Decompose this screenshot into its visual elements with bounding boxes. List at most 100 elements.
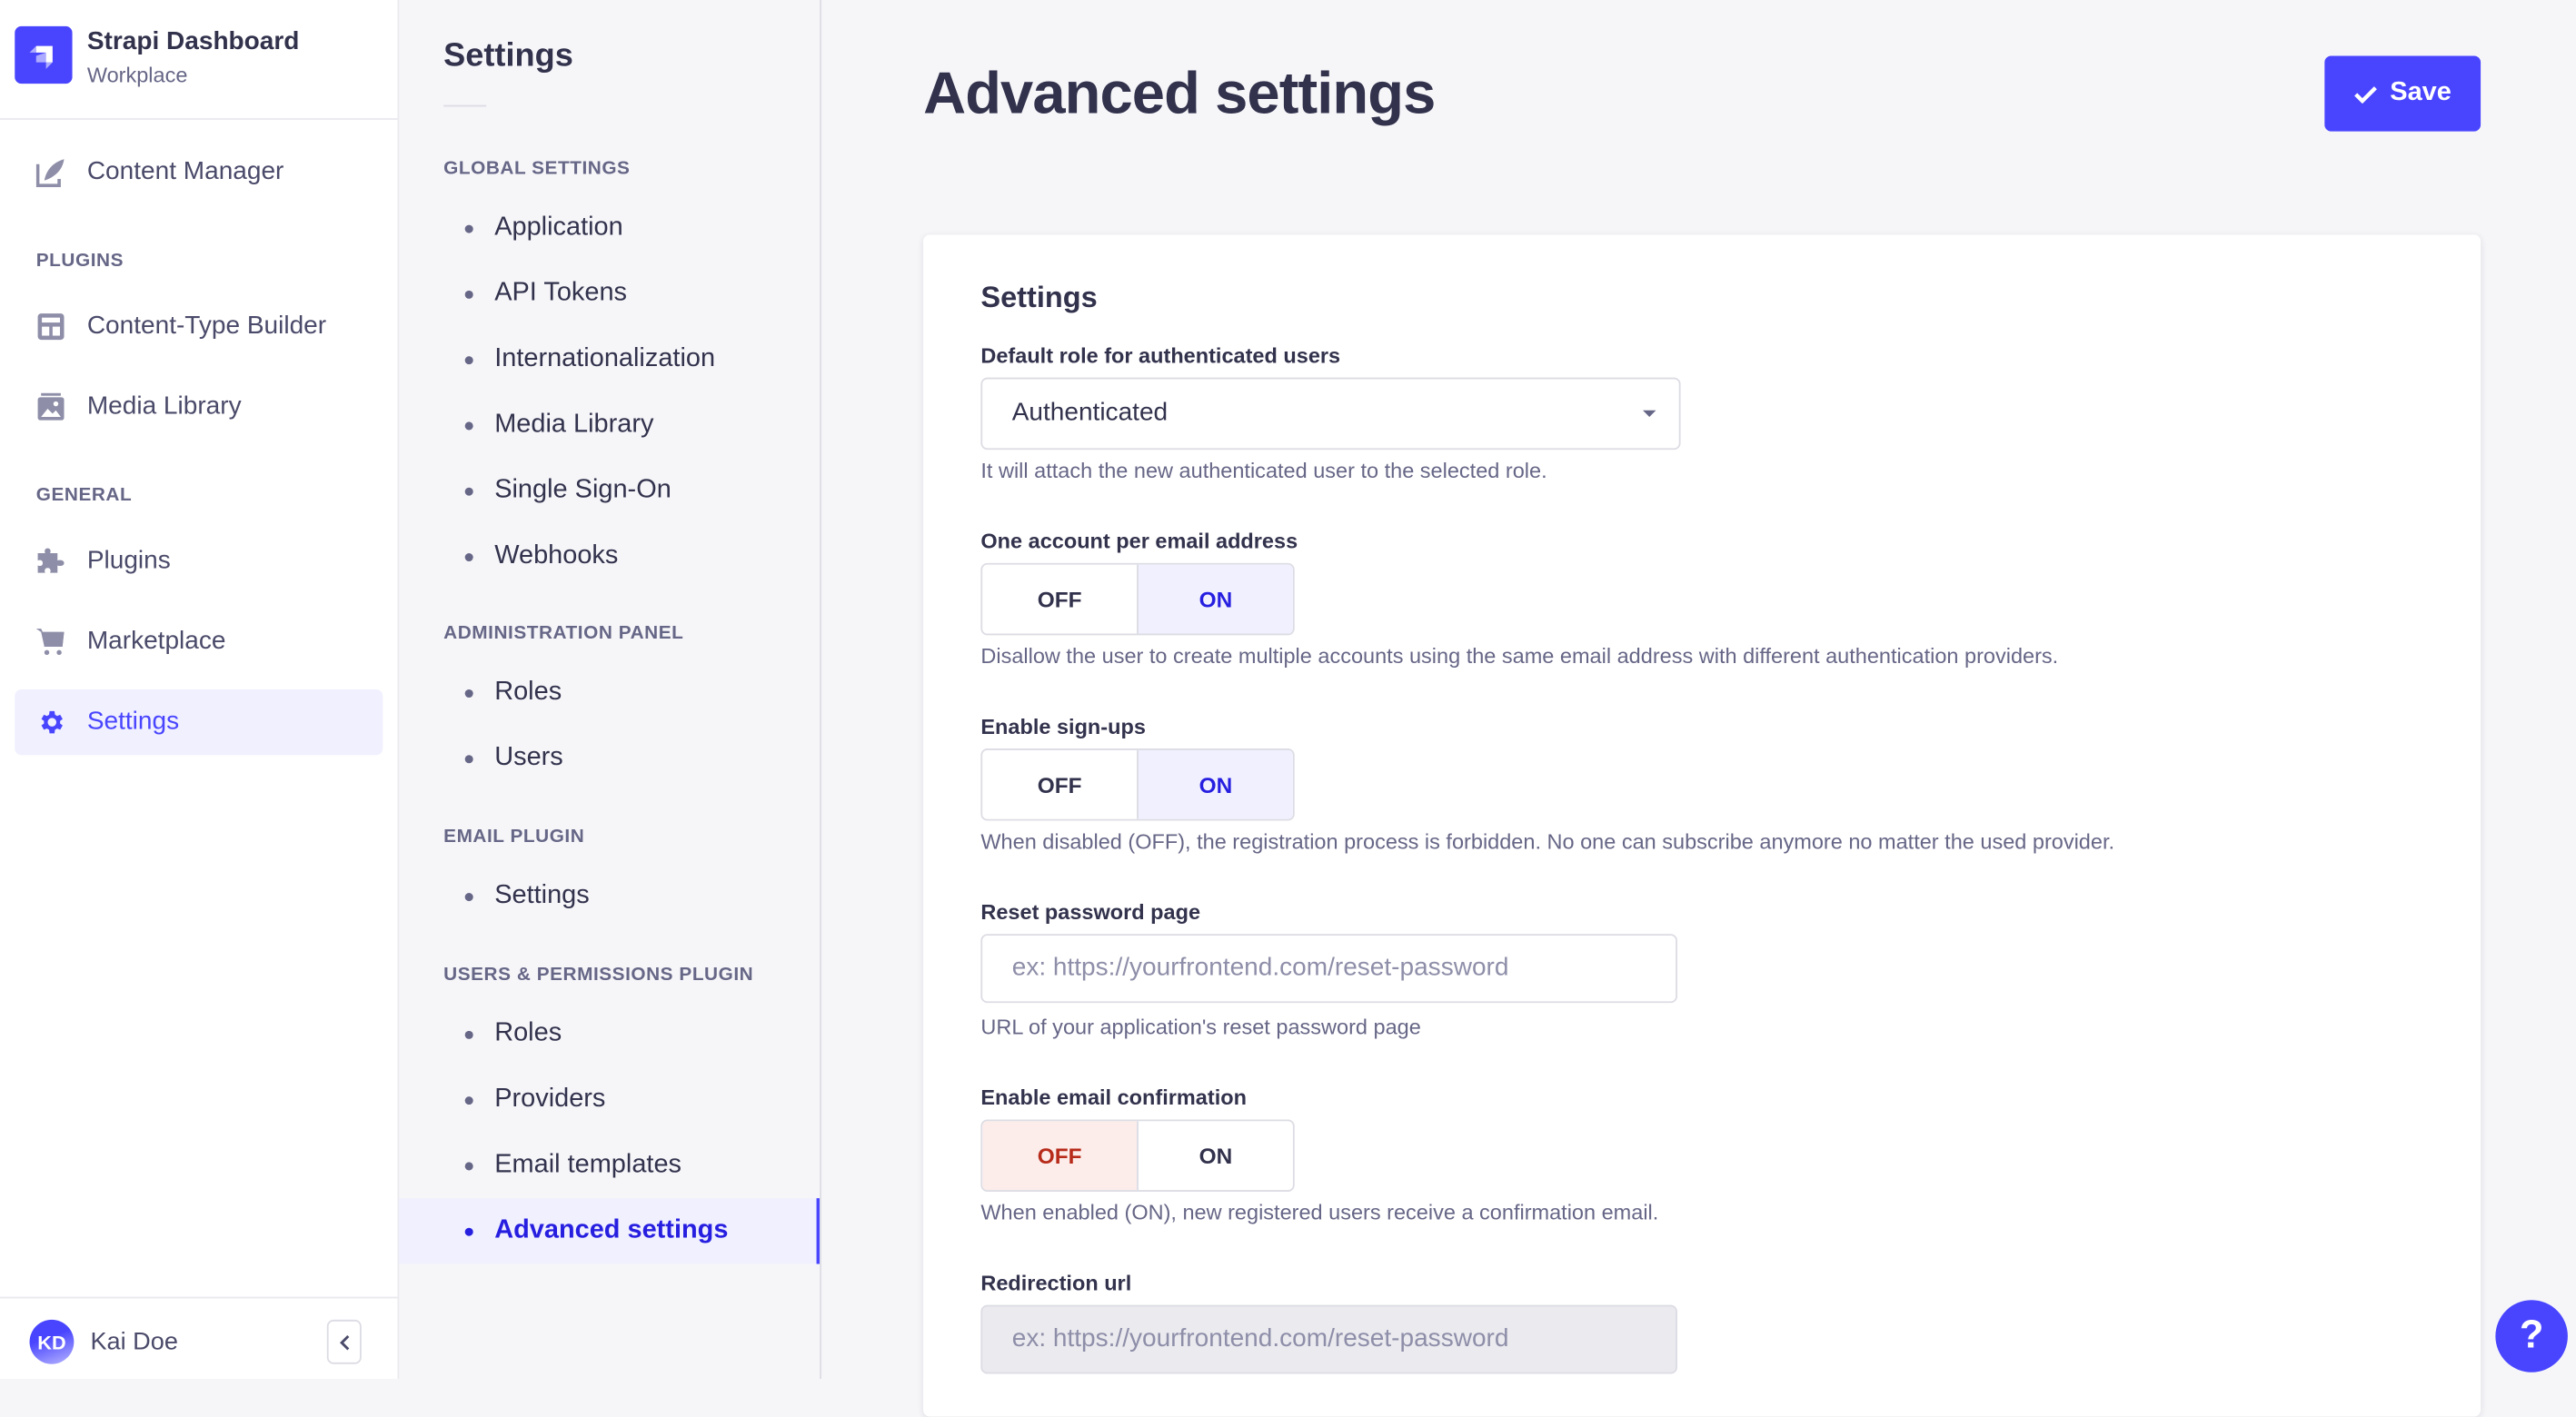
brand: Strapi Dashboard Workplace [0,0,398,120]
subnav-label: Webhooks [494,541,619,570]
subnav-item-email-templates[interactable]: Email templates [399,1133,820,1198]
subnav-label: Single Sign-On [494,476,671,504]
nav-label: Media Library [86,391,242,421]
toggle-off-option[interactable]: OFF [982,750,1137,819]
strapi-logo-icon [15,25,73,84]
bullet [464,754,473,763]
bullet [464,1226,473,1235]
layout-icon [36,312,66,342]
section-email-plugin: EMAIL PLUGIN [443,827,585,847]
sign-ups-label: Enable sign-ups [980,714,1146,739]
section-users-permissions: USERS & PERMISSIONS PLUGIN [443,965,754,986]
email-confirmation-label: Enable email confirmation [980,1085,1247,1110]
feather-icon [35,157,66,188]
collapse-nav-button[interactable] [326,1319,362,1364]
nav-section-plugins: PLUGINS [35,251,124,272]
email-confirmation-hint: When enabled (ON), new registered users … [980,1199,1659,1225]
nav-item-marketplace[interactable]: Marketplace [15,609,383,674]
puzzle-icon [36,547,66,577]
subnav-label: API Tokens [494,279,628,307]
subnav-item-webhooks[interactable]: Webhooks [399,523,820,589]
nav-section-general: GENERAL [35,485,133,506]
bullet [464,1029,473,1038]
sign-ups-hint: When disabled (OFF), the registration pr… [980,828,2115,854]
question-icon: ? [2519,1313,2544,1358]
bullet [464,486,473,495]
toggle-on-option[interactable]: ON [1137,1121,1293,1191]
default-role-label: Default role for authenticated users [980,342,1341,368]
help-button[interactable]: ? [2495,1300,2568,1372]
unique-email-label: One account per email address [980,528,1298,553]
toggle-off-option[interactable]: OFF [982,1121,1138,1191]
main-nav: Strapi Dashboard Workplace Content Manag… [0,0,400,1379]
chevron-left-icon [339,1334,349,1350]
user-name[interactable]: Kai Doe [90,1328,178,1356]
unique-email-hint: Disallow the user to create multiple acc… [980,643,2059,669]
settings-sub-nav: Settings GLOBAL SETTINGS Application API… [399,0,821,1379]
nav-item-media-library[interactable]: Media Library [15,374,383,440]
unique-email-toggle[interactable]: OFF ON [980,562,1295,636]
subnav-label: Roles [494,678,562,707]
email-confirmation-toggle[interactable]: OFF ON [980,1119,1295,1192]
subnav-item-single-sign-on[interactable]: Single Sign-On [399,458,820,523]
subnav-item-internationalization[interactable]: Internationalization [399,327,820,392]
bullet [464,289,473,298]
nav-label: Settings [86,707,180,736]
save-label: Save [2390,78,2452,107]
nav-label: Content Manager [86,157,284,186]
subnav-label: Providers [494,1085,606,1114]
gear-icon [36,708,66,738]
save-button[interactable]: Save [2324,55,2482,132]
app-root: Strapi Dashboard Workplace Content Manag… [0,0,2576,1417]
brand-subtitle: Workplace [86,62,188,87]
bullet [464,552,473,561]
bullet [464,1095,473,1105]
settings-card: Settings Default role for authenticated … [923,234,2482,1417]
bullet [464,223,473,233]
nav-label: Plugins [86,546,171,575]
default-role-select[interactable]: Authenticated [980,377,1681,451]
image-icon [36,392,66,422]
subnav-item-providers[interactable]: Providers [399,1067,820,1133]
subnav-label: Users [494,743,563,772]
subnav-label: Settings [494,881,590,910]
subnav-item-admin-users[interactable]: Users [399,726,820,791]
nav-label: Content-Type Builder [86,312,327,341]
brand-title: Strapi Dashboard [86,27,300,56]
reset-password-label: Reset password page [980,899,1201,925]
toggle-on-option[interactable]: ON [1137,564,1293,634]
redirection-url-label: Redirection url [980,1270,1132,1295]
subnav-item-admin-roles[interactable]: Roles [399,659,820,725]
avatar[interactable]: KD [29,1319,75,1364]
section-administration-panel: ADMINISTRATION PANEL [443,623,684,644]
sign-ups-toggle[interactable]: OFF ON [980,748,1295,821]
card-title: Settings [980,281,1098,314]
subnav-item-media-library[interactable]: Media Library [399,392,820,458]
subnav-item-email-settings[interactable]: Settings [399,864,820,929]
nav-item-content-manager[interactable]: Content Manager [15,140,383,205]
nav-item-plugins[interactable]: Plugins [15,529,383,594]
divider [443,104,487,107]
nav-item-settings[interactable]: Settings [15,689,383,756]
nav-item-content-type-builder[interactable]: Content-Type Builder [15,293,383,359]
subnav-item-up-roles[interactable]: Roles [399,1001,820,1066]
cart-icon [35,627,66,657]
toggle-off-option[interactable]: OFF [982,565,1137,634]
reset-password-hint: URL of your application's reset password… [980,1014,1421,1039]
toggle-on-option[interactable]: ON [1137,749,1293,819]
subnav-label: Roles [494,1019,562,1047]
reset-password-input[interactable] [980,934,1677,1004]
subnav-label: Advanced settings [494,1216,729,1244]
subnav-item-advanced-settings[interactable]: Advanced settings [399,1198,821,1264]
bullet [464,689,473,698]
default-role-value: Authenticated [1011,399,1169,427]
caret-down-icon [1643,410,1656,418]
subnav-item-api-tokens[interactable]: API Tokens [399,261,820,326]
check-icon [2353,85,2377,103]
subnav-label: Internationalization [494,344,716,373]
redirection-url-input[interactable] [980,1304,1677,1374]
subnav-item-application[interactable]: Application [399,195,820,261]
bullet [464,355,473,364]
page-title: Advanced settings [923,59,1436,127]
section-global-settings: GLOBAL SETTINGS [443,159,631,179]
